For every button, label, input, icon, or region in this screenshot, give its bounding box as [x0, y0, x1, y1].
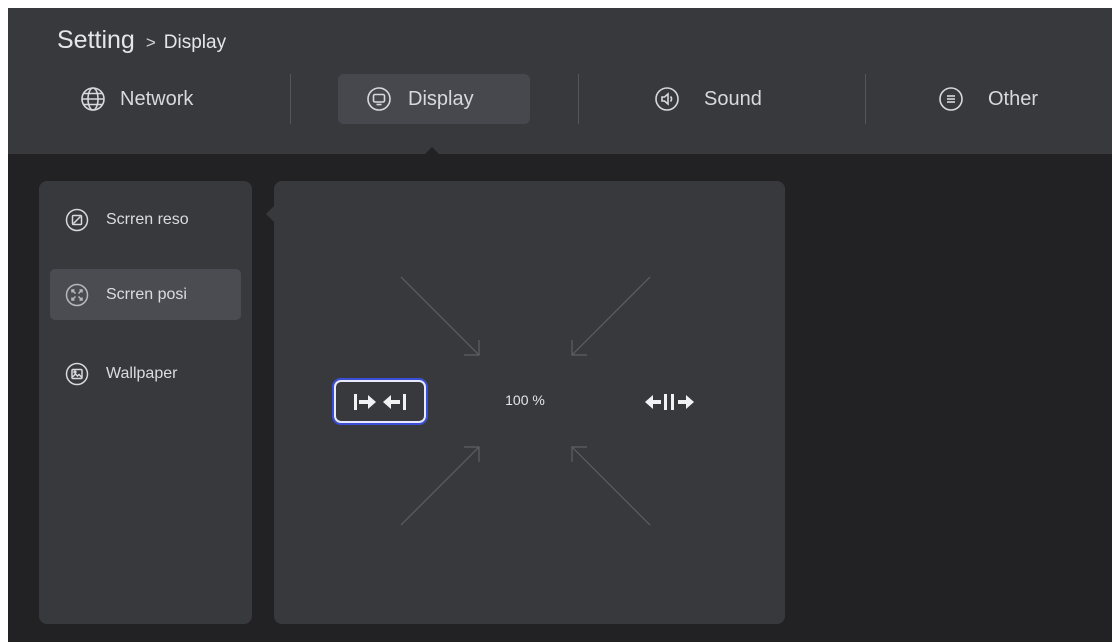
zoom-value: 100 % [505, 392, 545, 408]
tab-display[interactable]: Display [338, 74, 530, 124]
active-tab-pointer [424, 147, 440, 155]
breadcrumb: Setting > Display [57, 26, 226, 55]
shrink-icon [350, 391, 410, 413]
tab-sound[interactable]: Sound [642, 74, 802, 124]
globe-icon [80, 86, 106, 112]
expand-button[interactable] [626, 380, 718, 423]
tab-divider [865, 74, 866, 124]
side-item-screen-resolution[interactable]: Scrren reso [50, 194, 241, 245]
tab-divider [578, 74, 579, 124]
side-menu: Scrren reso Scrren posi Wallpaper [39, 181, 252, 624]
tab-divider [290, 74, 291, 124]
tab-other[interactable]: Other [926, 74, 1086, 124]
header: Setting > Display Network Display Sound … [8, 8, 1112, 155]
menu-icon [938, 86, 964, 112]
side-item-wallpaper[interactable]: Wallpaper [50, 348, 241, 399]
side-item-screen-position[interactable]: Scrren posi [50, 269, 241, 320]
side-menu-caret [266, 206, 274, 222]
breadcrumb-separator: > [145, 33, 156, 52]
tab-sound-label: Sound [704, 87, 762, 110]
position-icon [65, 283, 89, 307]
breadcrumb-root[interactable]: Setting [57, 26, 135, 55]
shrink-button[interactable] [334, 380, 426, 423]
screen-position-panel: 100 % [274, 181, 785, 624]
expand-icon [641, 391, 703, 413]
side-item-label: Wallpaper [106, 364, 178, 382]
resolution-icon [65, 208, 89, 232]
monitor-icon [366, 86, 392, 112]
wallpaper-icon [65, 362, 89, 386]
settings-screen: Setting > Display Network Display Sound … [8, 8, 1112, 642]
tab-network[interactable]: Network [68, 74, 228, 124]
tab-other-label: Other [988, 87, 1039, 110]
side-item-label: Scrren posi [106, 285, 187, 303]
side-item-label: Scrren reso [106, 210, 189, 228]
tab-network-label: Network [120, 87, 194, 110]
tab-display-label: Display [408, 87, 474, 110]
speaker-icon [654, 86, 680, 112]
breadcrumb-current: Display [163, 32, 227, 53]
